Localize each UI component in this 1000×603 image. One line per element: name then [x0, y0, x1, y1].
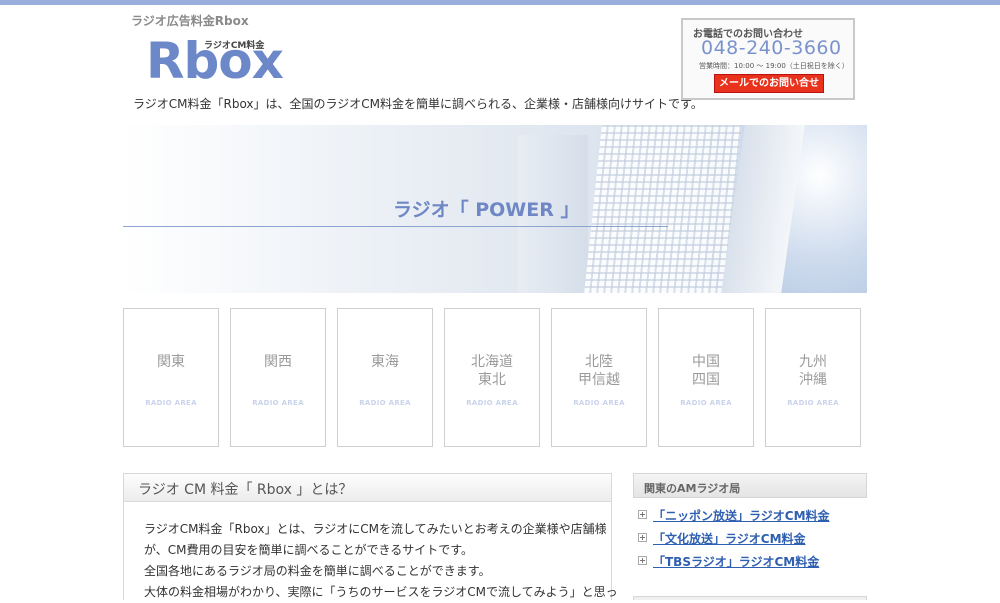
site-tagline: ラジオCM料金「Rbox」は、全国のラジオCM料金を簡単に調べられる、企業様・店…: [133, 97, 703, 111]
site-logo[interactable]: Rbox ラジオCM料金: [146, 34, 284, 88]
plus-box-icon: [638, 556, 647, 565]
about-line: 全国各地にあるラジオ局の料金を簡単に調べることができます。: [144, 564, 491, 578]
area-name: 九州 沖縄: [799, 354, 827, 388]
about-header: ラジオ CM 料金「 Rbox 」とは？: [124, 474, 611, 502]
area-sub: RADIO AREA: [787, 399, 839, 407]
sidebar-item-link[interactable]: 「ニッポン放送」ラジオCM料金: [653, 507, 830, 524]
hero-underline: [123, 226, 668, 227]
area-sub: RADIO AREA: [359, 399, 411, 407]
area-name: 関東: [157, 354, 185, 370]
area-tile-hokuriku-koshinetsu[interactable]: 北陸 甲信越 RADIO AREA: [551, 308, 647, 447]
sidebar-item-link[interactable]: 「TBSラジオ」ラジオCM料金: [653, 553, 819, 570]
area-name: 関西: [264, 354, 292, 370]
logo-subtitle: ラジオCM料金: [204, 41, 265, 51]
contact-phone[interactable]: 048-240-3660: [701, 37, 842, 59]
sidebar-title: 関東のAMラジオ局: [644, 482, 741, 495]
top-accent-bar: [0, 0, 1000, 5]
area-sub: RADIO AREA: [680, 399, 732, 407]
mail-contact-button[interactable]: メールでのお問い合せ: [714, 74, 824, 93]
about-title: ラジオ CM 料金「 Rbox 」とは？: [138, 482, 353, 498]
about-line: が、CM費用の目安を簡単に調べることができるサイトです。: [144, 543, 474, 557]
area-sub: RADIO AREA: [145, 399, 197, 407]
area-sub: RADIO AREA: [466, 399, 518, 407]
area-tile-chugoku-shikoku[interactable]: 中国 四国 RADIO AREA: [658, 308, 754, 447]
area-sub: RADIO AREA: [252, 399, 304, 407]
site-name: ラジオ広告料金Rbox: [131, 14, 249, 28]
area-tile-kanto[interactable]: 関東 RADIO AREA: [123, 308, 219, 447]
sidebar-header: 関東のAMラジオ局: [633, 473, 867, 498]
area-tile-kyushu-okinawa[interactable]: 九州 沖縄 RADIO AREA: [765, 308, 861, 447]
area-tiles: 関東 RADIO AREA 関西 RADIO AREA 東海 RADIO ARE…: [123, 308, 867, 448]
area-tile-kansai[interactable]: 関西 RADIO AREA: [230, 308, 326, 447]
about-line: ラジオCM料金「Rbox」とは、ラジオにCMを流してみたいとお考えの企業様や店舗…: [144, 522, 607, 536]
area-tile-tokai[interactable]: 東海 RADIO AREA: [337, 308, 433, 447]
hero-title: ラジオ「 POWER 」: [393, 199, 580, 221]
contact-box: お電話でのお問い合わせ 048-240-3660 営業時間：10:00 〜 19…: [681, 18, 855, 100]
contact-hours: 営業時間：10:00 〜 19:00（土日祝日を除く）: [699, 62, 849, 70]
area-name: 東海: [371, 354, 399, 370]
hero-banner: ラジオ「 POWER 」: [123, 125, 867, 293]
plus-box-icon: [638, 533, 647, 542]
hero-building-main: [584, 125, 742, 293]
area-name: 北海道 東北: [471, 354, 513, 388]
about-section: ラジオ CM 料金「 Rbox 」とは？ ラジオCM料金「Rbox」とは、ラジオ…: [123, 473, 618, 603]
sidebar-next-section: [633, 596, 867, 600]
area-name: 中国 四国: [692, 354, 720, 388]
about-body: ラジオCM料金「Rbox」とは、ラジオにCMを流してみたいとお考えの企業様や店舗…: [144, 519, 618, 603]
area-name: 北陸 甲信越: [578, 354, 620, 388]
sidebar-item-link[interactable]: 「文化放送」ラジオCM料金: [653, 530, 806, 547]
area-tile-hokkaido-tohoku[interactable]: 北海道 東北 RADIO AREA: [444, 308, 540, 447]
area-sub: RADIO AREA: [573, 399, 625, 407]
plus-box-icon: [638, 510, 647, 519]
